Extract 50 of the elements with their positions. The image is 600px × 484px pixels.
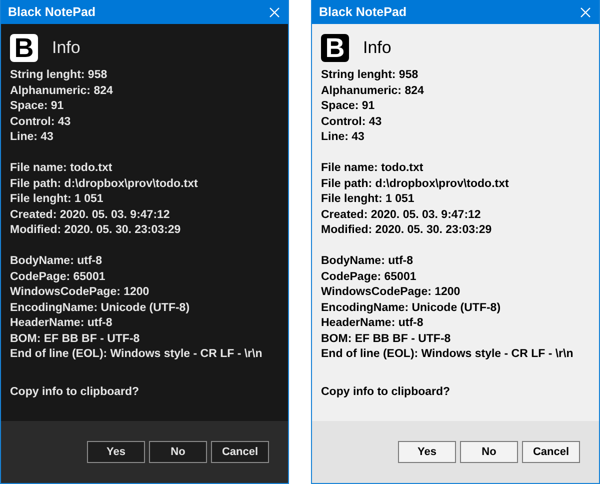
info-line: Created: 2020. 05. 03. 9:47:12: [10, 208, 171, 222]
info-line: BodyName: utf-8: [321, 254, 414, 269]
info-line: End of line (EOL): Windows style - CR LF - \r\n: [10, 347, 264, 362]
info-line: CodePage: 65001: [10, 270, 106, 284]
info-line: Line: 43: [321, 130, 366, 145]
close-icon[interactable]: [269, 6, 280, 18]
info-line: EncodingName: Unicode (UTF-8): [321, 300, 502, 316]
dialog-button[interactable]: Cancel: [522, 441, 580, 463]
window-title: Black NotePad: [319, 5, 407, 19]
question-text: Copy info to clipboard?: [321, 386, 452, 398]
dialog-heading: Info: [52, 38, 80, 58]
info-line: File lenght: 1 051: [10, 192, 104, 207]
info-line: WindowsCodePage: 1200: [321, 285, 462, 300]
info-line: BOM: EF BB BF - UTF-8: [10, 332, 141, 346]
info-line: Space: 91: [321, 99, 376, 114]
info-line: Created: 2020. 05. 03. 9:47:12: [321, 208, 482, 222]
info-line: BOM: EF BB BF - UTF-8: [321, 332, 452, 346]
info-line: Line: 43: [10, 130, 54, 145]
info-line: Control: 43: [321, 114, 383, 130]
app-logo: B: [10, 34, 38, 62]
info-line: String lenght: 958: [321, 68, 420, 83]
dialog-button[interactable]: No: [460, 441, 518, 463]
app-logo: B: [321, 34, 349, 62]
window-title: Black NotePad: [8, 5, 96, 19]
info-line: HeaderName: utf-8: [10, 316, 114, 331]
info-line: File path: d:\dropbox\prov\todo.txt: [321, 176, 510, 192]
info-line: Modified: 2020. 05. 30. 23:03:29: [321, 223, 493, 238]
info-line: EncodingName: Unicode (UTF-8): [10, 300, 191, 316]
dialog-button[interactable]: Yes: [87, 441, 145, 463]
info-line: WindowsCodePage: 1200: [10, 285, 150, 300]
dialog-button[interactable]: No: [149, 441, 207, 463]
info-line: File name: todo.txt: [321, 161, 424, 176]
info-line: Alphanumeric: 824: [10, 84, 114, 98]
close-icon[interactable]: [580, 6, 591, 18]
info-line: File path: d:\dropbox\prov\todo.txt: [10, 176, 199, 192]
dialog-button[interactable]: Cancel: [211, 441, 269, 463]
info-line: Modified: 2020. 05. 30. 23:03:29: [10, 223, 182, 238]
dialog-button[interactable]: Yes: [398, 441, 456, 463]
info-line: Space: 91: [10, 99, 65, 114]
dialog-heading: Info: [363, 38, 392, 58]
info-line: File name: todo.txt: [10, 161, 114, 176]
info-line: CodePage: 65001: [321, 270, 418, 284]
info-line: Alphanumeric: 824: [321, 84, 425, 98]
info-line: String lenght: 958: [10, 68, 108, 83]
info-line: HeaderName: utf-8: [321, 316, 424, 331]
info-line: Control: 43: [10, 114, 72, 130]
info-line: End of line (EOL): Windows style - CR LF - \r\n: [321, 347, 574, 362]
info-line: BodyName: utf-8: [10, 254, 104, 269]
info-line: File lenght: 1 051: [321, 192, 416, 207]
question-text: Copy info to clipboard?: [10, 386, 140, 398]
